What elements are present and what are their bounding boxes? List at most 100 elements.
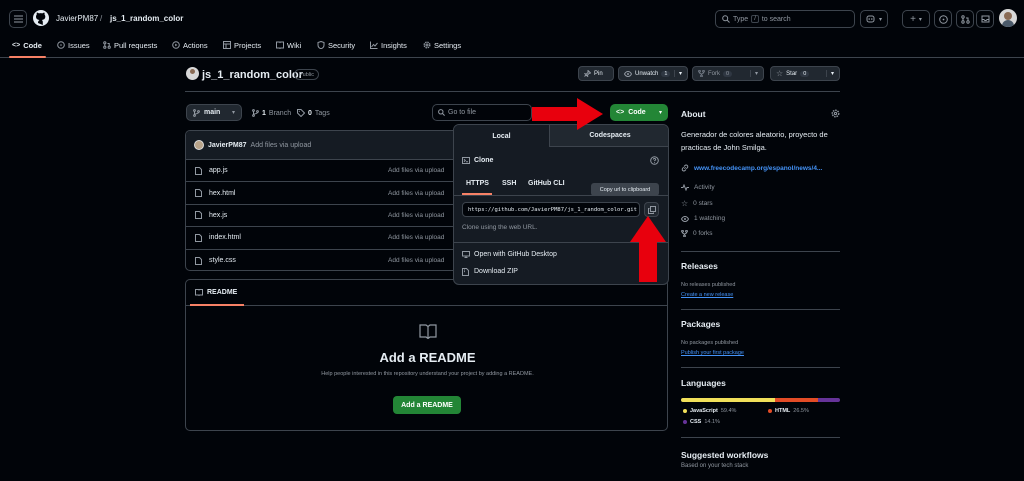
file-commit-message[interactable]: Add files via upload <box>388 167 444 174</box>
gear-icon[interactable] <box>831 109 840 118</box>
add-readme-button[interactable]: Add a README <box>393 396 461 414</box>
menu-button[interactable] <box>9 10 27 28</box>
file-name[interactable]: hex.js <box>209 212 227 219</box>
language-color-dot <box>683 409 687 413</box>
avatar[interactable] <box>194 140 204 150</box>
releases-title[interactable]: Releases <box>681 261 718 271</box>
language-color-dot <box>683 420 687 424</box>
tab-projects[interactable]: Projects <box>223 40 261 50</box>
pin-button[interactable]: Pin <box>578 66 614 81</box>
tab-code[interactable]: <> Code <box>12 40 42 50</box>
tab-settings[interactable]: Settings <box>423 40 461 50</box>
tags-link[interactable]: 0 Tags <box>297 109 330 117</box>
branches-link[interactable]: 1 Branch <box>252 109 291 117</box>
branch-selector[interactable]: main ▾ <box>186 104 242 121</box>
star-button[interactable]: ☆ Star 0 ▾ <box>770 66 840 81</box>
search-input[interactable]: Type / to search <box>715 10 855 28</box>
file-name[interactable]: app.js <box>209 167 228 174</box>
github-logo-icon[interactable] <box>33 10 49 26</box>
eye-icon <box>624 70 632 77</box>
fork-button[interactable]: Fork 0 ▾ <box>692 66 764 81</box>
chevron-down-icon[interactable]: ▾ <box>749 70 758 77</box>
inbox-button[interactable] <box>976 10 994 28</box>
visibility-badge: Public <box>294 69 319 80</box>
publish-package-link[interactable]: Publish your first package <box>681 350 744 356</box>
pin-icon <box>584 70 591 77</box>
protocol-tab-ssh[interactable]: SSH <box>502 180 516 187</box>
file-commit-message[interactable]: Add files via upload <box>388 234 444 241</box>
copy-icon <box>647 205 656 214</box>
plus-icon: + <box>910 13 916 25</box>
issue-opened-icon <box>938 14 948 24</box>
stars-link[interactable]: ☆ 0 stars <box>681 199 713 208</box>
language-item-html[interactable]: HTML 26.5% <box>768 408 809 414</box>
file-icon <box>195 189 202 198</box>
open-with-github-desktop[interactable]: Open with GitHub Desktop <box>474 251 557 258</box>
file-commit-message[interactable]: Add files via upload <box>388 212 444 219</box>
file-name[interactable]: hex.html <box>209 190 235 197</box>
user-avatar[interactable] <box>999 9 1017 27</box>
pulse-icon <box>681 184 689 191</box>
forks-link[interactable]: 0 forks <box>681 230 713 237</box>
file-name[interactable]: index.html <box>209 234 241 241</box>
language-color-dot <box>768 409 772 413</box>
repo-title[interactable]: js_1_random_color <box>202 69 303 81</box>
packages-title[interactable]: Packages <box>681 319 720 329</box>
code-button[interactable]: <> Code ▾ <box>610 104 668 121</box>
tab-security[interactable]: Security <box>317 40 355 50</box>
create-new-button[interactable]: + ▾ <box>902 10 930 28</box>
download-zip[interactable]: Download ZIP <box>474 268 518 275</box>
clone-url-hint: Clone using the web URL. <box>462 224 538 231</box>
protocol-tab-https[interactable]: HTTPS <box>466 180 489 187</box>
git-pull-request-icon <box>103 41 111 49</box>
breadcrumb-repo[interactable]: js_1_random_color <box>110 14 183 23</box>
file-icon <box>195 166 202 175</box>
tab-actions[interactable]: Actions <box>172 40 208 50</box>
breadcrumb-owner[interactable]: JavierPM87 <box>56 14 98 23</box>
tab-pull-requests[interactable]: Pull requests <box>103 40 157 50</box>
chevron-down-icon: ▾ <box>231 110 235 116</box>
git-branch-icon <box>193 108 200 117</box>
git-branch-icon <box>252 109 259 117</box>
owner-avatar[interactable] <box>186 67 199 80</box>
tab-issues[interactable]: Issues <box>57 40 90 50</box>
star-count: 0 <box>800 70 810 77</box>
languages-title: Languages <box>681 378 726 388</box>
language-item-javascript[interactable]: JavaScript 59.4% <box>683 408 736 414</box>
copy-tooltip: Copy url to clipboard <box>591 183 659 196</box>
create-release-link[interactable]: Create a new release <box>681 292 733 298</box>
about-title: About <box>681 109 706 119</box>
website-link[interactable]: www.freecodecamp.org/espanol/news/4... <box>681 164 822 172</box>
commit-author[interactable]: JavierPM87 <box>208 142 247 149</box>
file-icon <box>195 233 202 242</box>
unwatch-button[interactable]: Unwatch 1 ▾ <box>618 66 688 81</box>
file-name[interactable]: style.css <box>209 257 236 264</box>
divider <box>681 309 840 310</box>
clone-url-input[interactable]: https://github.com/JavierPM87/js_1_rando… <box>462 202 640 217</box>
star-icon: ☆ <box>776 69 784 78</box>
file-commit-message[interactable]: Add files via upload <box>388 257 444 264</box>
question-icon[interactable] <box>650 156 659 165</box>
tab-wiki[interactable]: Wiki <box>276 40 301 50</box>
annotation-arrow-right <box>532 98 603 130</box>
book-icon <box>276 41 284 49</box>
activity-link[interactable]: Activity <box>681 184 715 191</box>
commit-message[interactable]: Add files via upload <box>251 142 312 149</box>
book-icon <box>419 324 437 339</box>
language-bar-segment-css <box>817 398 840 402</box>
chevron-down-icon[interactable]: ▾ <box>825 70 834 77</box>
no-packages-text: No packages published <box>681 340 739 346</box>
go-to-file-input[interactable]: Go to file <box>432 104 532 121</box>
copilot-button[interactable]: ▾ <box>860 10 888 28</box>
language-item-css[interactable]: CSS 14.1% <box>683 419 720 425</box>
issues-button[interactable] <box>934 10 952 28</box>
annotation-arrow-up <box>630 216 666 282</box>
watching-link[interactable]: 1 watching <box>681 215 725 222</box>
pull-requests-button[interactable] <box>956 10 974 28</box>
protocol-tab-github-cli[interactable]: GitHub CLI <box>528 180 565 187</box>
tab-insights[interactable]: Insights <box>370 40 407 50</box>
language-bar <box>681 398 840 402</box>
chevron-down-icon[interactable]: ▾ <box>673 70 682 77</box>
file-commit-message[interactable]: Add files via upload <box>388 190 444 197</box>
divider <box>681 437 840 438</box>
